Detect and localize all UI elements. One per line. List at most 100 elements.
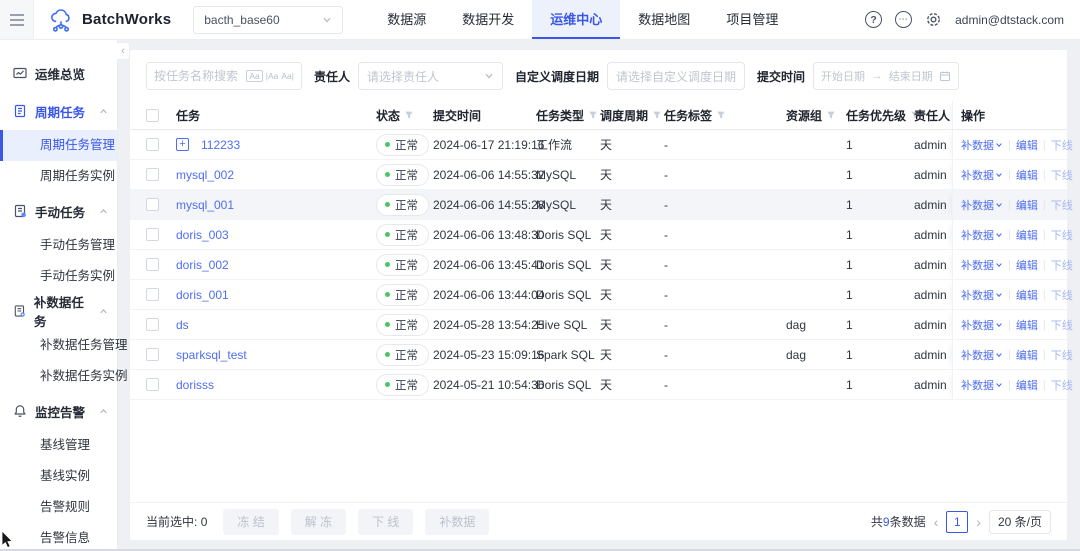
help-icon[interactable]: ? (865, 11, 882, 28)
offline-action[interactable]: 下线 (1051, 137, 1073, 153)
replenish-data-action[interactable]: 补数据 (961, 167, 1003, 183)
row-checkbox[interactable] (146, 348, 159, 361)
match-case-icon[interactable]: Aa (246, 70, 262, 82)
offline-action[interactable]: 下线 (1051, 287, 1073, 303)
sidebar-item-cycle-task-mgmt[interactable]: 周期任务管理 (0, 130, 117, 161)
offline-action[interactable]: 下线 (1051, 167, 1073, 183)
sidebar-item-baseline-mgmt[interactable]: 基线管理 (0, 430, 117, 461)
sidebar-group-manual-task[interactable]: 手动任务 (0, 192, 117, 230)
table-row[interactable]: mysql_002 正常 2024-06-06 14:55:32 MySQL 天… (130, 160, 1067, 190)
table-row[interactable]: mysql_001 正常 2024-06-06 14:55:28 MySQL 天… (130, 190, 1067, 220)
row-checkbox[interactable] (146, 378, 159, 391)
task-name-link[interactable]: doris_002 (176, 258, 229, 272)
replenish-data-action[interactable]: 补数据 (961, 137, 1003, 153)
message-icon[interactable]: ⋯ (895, 11, 912, 28)
nav-project-mgmt[interactable]: 项目管理 (708, 0, 796, 39)
task-search-box[interactable]: Aa |Aa Aa| (146, 62, 302, 90)
nav-datasource[interactable]: 数据源 (369, 0, 444, 39)
task-name-link[interactable]: mysql_001 (176, 198, 234, 212)
submit-time-range-picker[interactable]: 开始日期 → 结束日期 (813, 62, 959, 90)
sidebar-group-cycle-task[interactable]: 周期任务 (0, 92, 117, 130)
row-checkbox[interactable] (146, 258, 159, 271)
edit-action[interactable]: 编辑 (1016, 257, 1038, 273)
patch-data-button[interactable]: 补数据 (425, 509, 489, 535)
task-name-link[interactable]: dorisss (176, 378, 214, 392)
table-row[interactable]: doris_001 正常 2024-06-06 13:44:04 Doris S… (130, 280, 1067, 310)
project-selector[interactable]: bacth_base60 (193, 6, 343, 34)
settings-gear-icon[interactable] (925, 11, 942, 28)
table-row[interactable]: + 112233 正常 2024-06-17 21:19:16 工作流 天 - … (130, 130, 1067, 160)
replenish-data-action[interactable]: 补数据 (961, 287, 1003, 303)
replenish-data-action[interactable]: 补数据 (961, 197, 1003, 213)
table-row[interactable]: dorisss 正常 2024-05-21 10:54:36 Doris SQL… (130, 370, 1067, 400)
edit-action[interactable]: 编辑 (1016, 227, 1038, 243)
nav-data-map[interactable]: 数据地图 (620, 0, 708, 39)
sidebar-item-manual-task-instance[interactable]: 手动任务实例 (0, 261, 117, 292)
task-name-link[interactable]: doris_001 (176, 288, 229, 302)
freeze-button[interactable]: 冻 结 (223, 509, 278, 535)
table-row[interactable]: doris_003 正常 2024-06-06 13:48:30 Doris S… (130, 220, 1067, 250)
replenish-data-action[interactable]: 补数据 (961, 347, 1003, 363)
offline-action[interactable]: 下线 (1051, 317, 1073, 333)
replenish-data-action[interactable]: 补数据 (961, 227, 1003, 243)
task-name-link[interactable]: sparksql_test (176, 348, 247, 362)
cycle-filter-icon[interactable] (652, 110, 662, 120)
table-row[interactable]: doris_002 正常 2024-06-06 13:45:41 Doris S… (130, 250, 1067, 280)
task-type-filter-icon[interactable] (588, 110, 598, 120)
sidebar-item-patch-data-task-instance[interactable]: 补数据任务实例 (0, 361, 117, 392)
sidebar-item-alert-rules[interactable]: 告警规则 (0, 492, 117, 523)
sidebar-item-ops-overview[interactable]: 运维总览 (0, 54, 117, 92)
offline-action[interactable]: 下线 (1051, 227, 1073, 243)
edit-action[interactable]: 编辑 (1016, 287, 1038, 303)
sidebar-group-monitor-alert[interactable]: 监控告警 (0, 392, 117, 430)
edit-action[interactable]: 编辑 (1016, 347, 1038, 363)
row-checkbox[interactable] (146, 138, 159, 151)
match-start-icon[interactable]: |Aa (266, 71, 279, 81)
current-page-button[interactable]: 1 (946, 511, 968, 533)
unfreeze-button[interactable]: 解 冻 (291, 509, 346, 535)
table-row[interactable]: ds 正常 2024-05-28 13:54:25 Hive SQL 天 - d… (130, 310, 1067, 340)
edit-action[interactable]: 编辑 (1016, 167, 1038, 183)
user-account[interactable]: admin@dtstack.com (955, 13, 1064, 27)
select-all-checkbox[interactable] (146, 109, 159, 122)
offline-action[interactable]: 下线 (1051, 347, 1073, 363)
sidebar-collapse-button[interactable]: ‹ (117, 42, 130, 60)
task-name-link[interactable]: doris_003 (176, 228, 229, 242)
row-checkbox[interactable] (146, 288, 159, 301)
replenish-data-action[interactable]: 补数据 (961, 377, 1003, 393)
sidebar-item-manual-task-mgmt[interactable]: 手动任务管理 (0, 230, 117, 261)
hamburger-menu-button[interactable] (0, 0, 34, 39)
sidebar-item-cycle-task-instance[interactable]: 周期任务实例 (0, 161, 117, 192)
status-filter-icon[interactable] (404, 110, 414, 120)
replenish-data-action[interactable]: 补数据 (961, 317, 1003, 333)
table-row[interactable]: sparksql_test 正常 2024-05-23 15:09:16 Spa… (130, 340, 1067, 370)
offline-action[interactable]: 下线 (1051, 377, 1073, 393)
edit-action[interactable]: 编辑 (1016, 137, 1038, 153)
sidebar-item-patch-data-task-mgmt[interactable]: 补数据任务管理 (0, 330, 117, 361)
nav-data-develop[interactable]: 数据开发 (444, 0, 532, 39)
resource-group-filter-icon[interactable] (826, 110, 836, 120)
page-size-select[interactable]: 20 条/页 (989, 510, 1051, 534)
task-name-link[interactable]: mysql_002 (176, 168, 234, 182)
offline-action[interactable]: 下线 (1051, 197, 1073, 213)
owner-select[interactable]: 请选择责任人 (358, 62, 503, 90)
sidebar-group-patch-data-task[interactable]: 补数据任务 (0, 292, 117, 330)
edit-action[interactable]: 编辑 (1016, 197, 1038, 213)
edit-action[interactable]: 编辑 (1016, 317, 1038, 333)
row-checkbox[interactable] (146, 198, 159, 211)
next-page-button[interactable]: › (976, 515, 981, 529)
nav-ops-center[interactable]: 运维中心 (532, 0, 620, 39)
schedule-date-input[interactable]: 请选择自定义调度日期 (607, 62, 745, 90)
match-end-icon[interactable]: Aa| (281, 71, 294, 81)
row-checkbox[interactable] (146, 228, 159, 241)
task-name-link[interactable]: 112233 (201, 138, 240, 152)
expand-icon[interactable]: + (176, 138, 189, 151)
prev-page-button[interactable]: ‹ (934, 515, 939, 529)
row-checkbox[interactable] (146, 168, 159, 181)
task-name-link[interactable]: ds (176, 318, 189, 332)
task-search-input[interactable] (154, 69, 243, 83)
replenish-data-action[interactable]: 补数据 (961, 257, 1003, 273)
offline-button[interactable]: 下 线 (358, 509, 413, 535)
sidebar-item-baseline-instance[interactable]: 基线实例 (0, 461, 117, 492)
edit-action[interactable]: 编辑 (1016, 377, 1038, 393)
